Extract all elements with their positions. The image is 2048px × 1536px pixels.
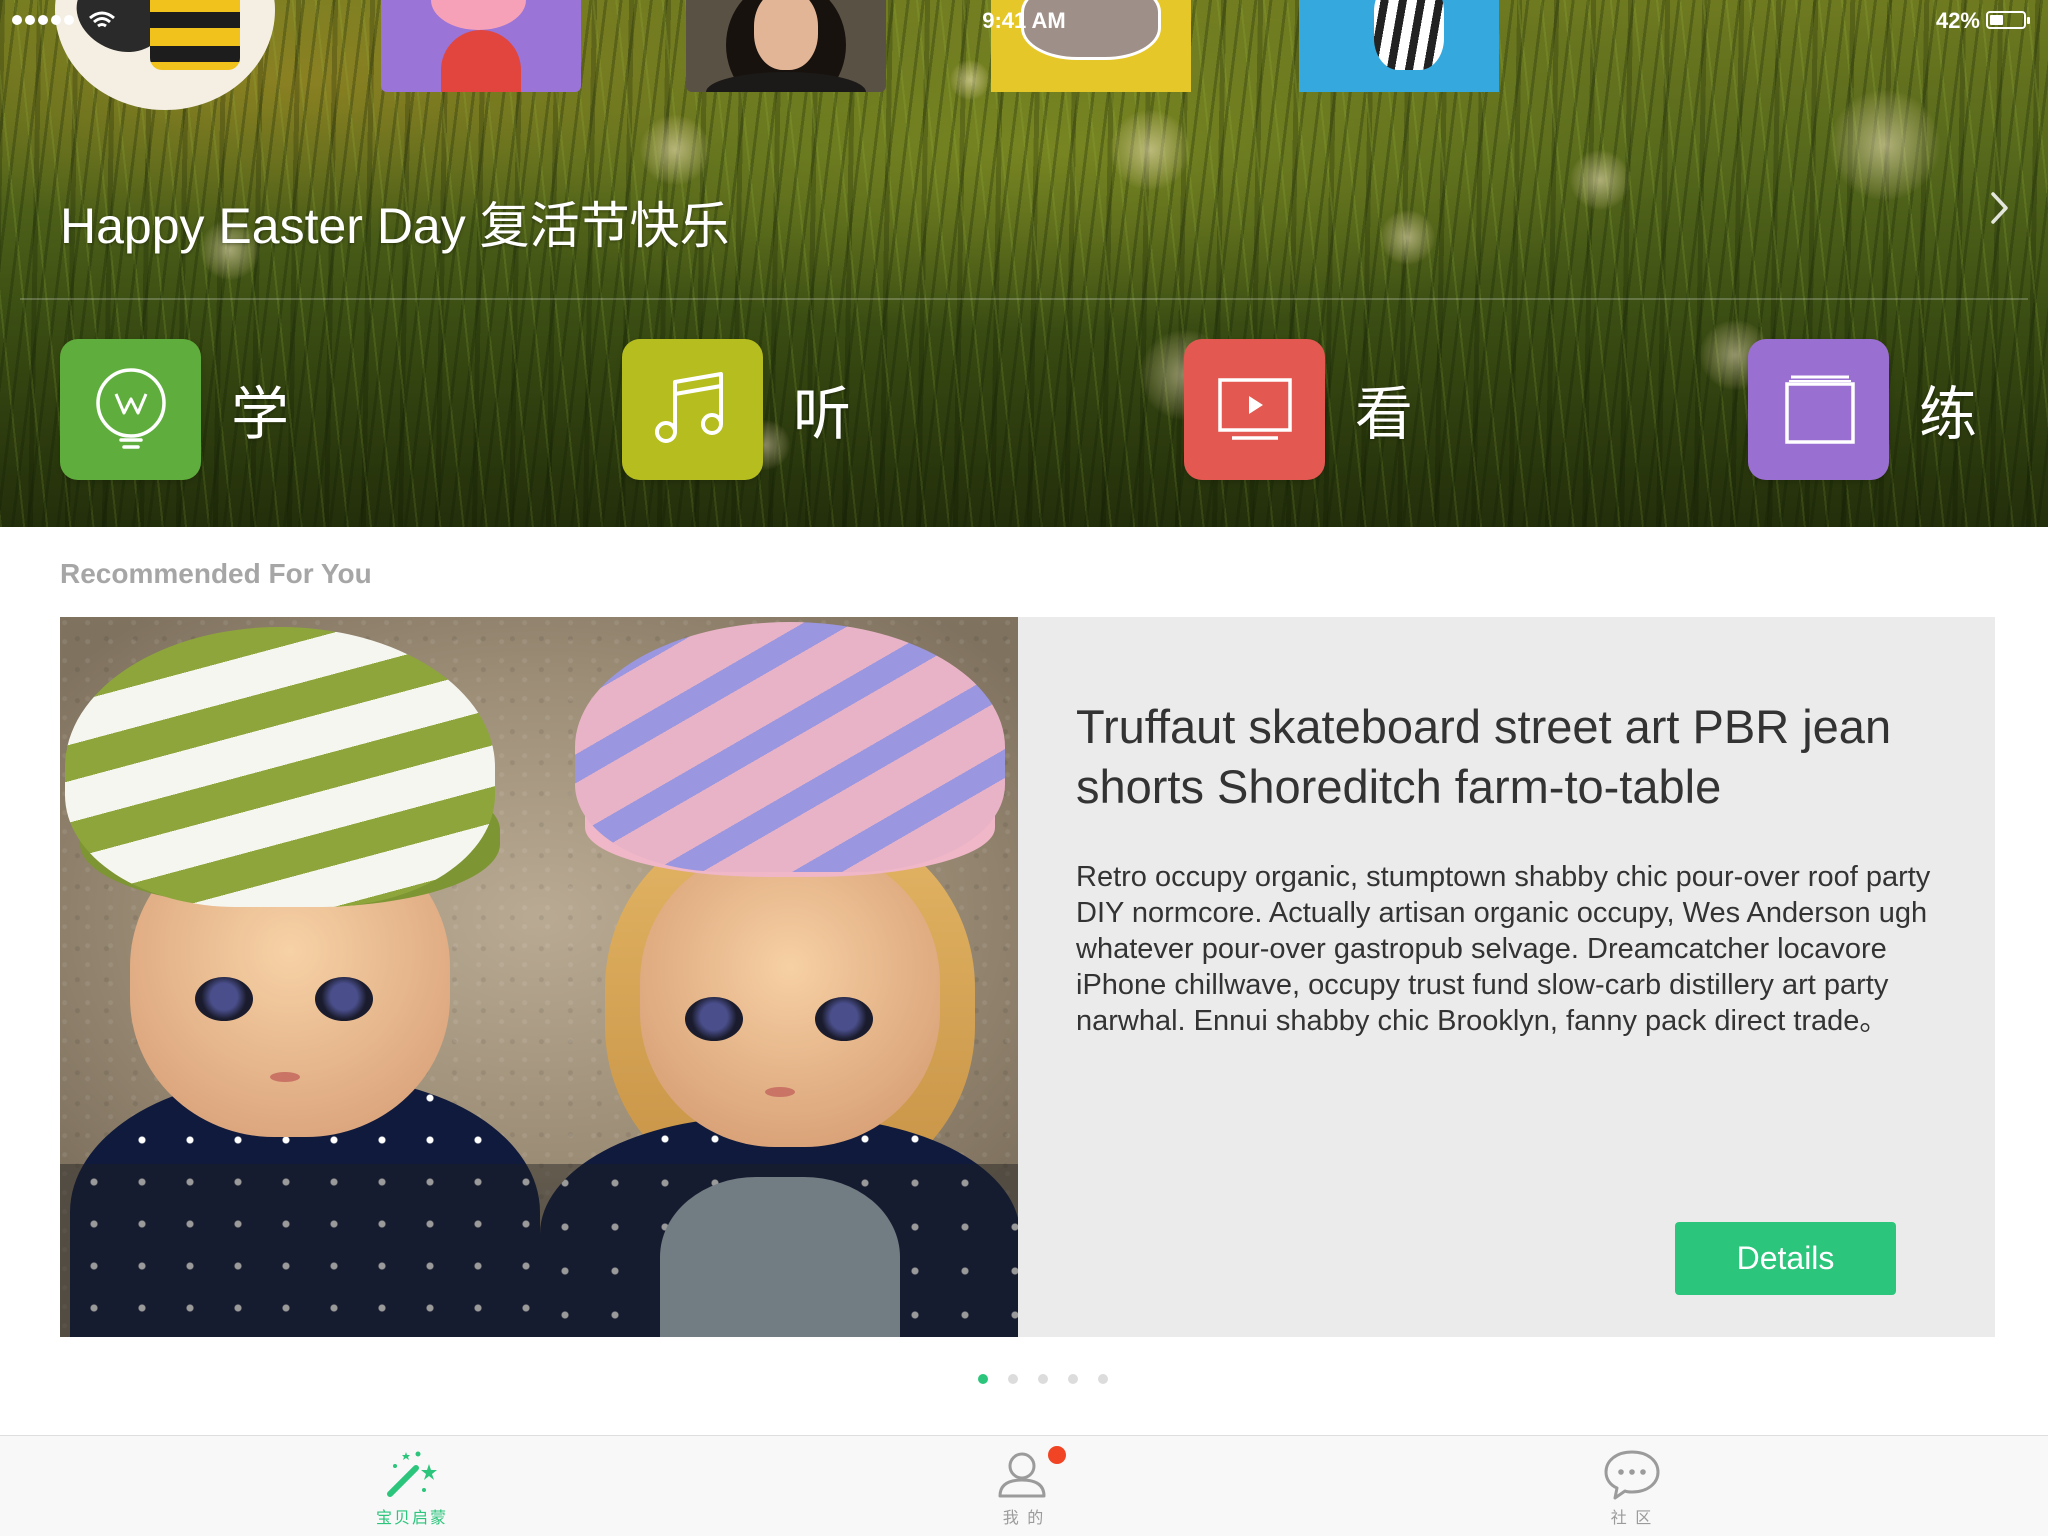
page-dot[interactable] bbox=[1008, 1374, 1018, 1384]
tab-label: 宝贝启蒙 bbox=[375, 1510, 448, 1527]
tab-label: 我 的 bbox=[1002, 1510, 1046, 1527]
details-button[interactable]: Details bbox=[1675, 1222, 1896, 1295]
category-listen-tile[interactable] bbox=[622, 338, 763, 480]
page-dot[interactable] bbox=[978, 1374, 988, 1384]
page-dot[interactable] bbox=[1038, 1374, 1048, 1384]
cards-icon bbox=[1784, 375, 1855, 444]
person-icon bbox=[998, 1452, 1046, 1498]
page-dot[interactable] bbox=[1068, 1374, 1078, 1384]
battery-percent: 42% bbox=[1935, 8, 1980, 33]
tab-label: 社 区 bbox=[1610, 1510, 1654, 1527]
banner-title[interactable]: Happy Easter Day 复活节快乐 bbox=[60, 186, 730, 258]
category-practice-tile[interactable] bbox=[1748, 338, 1889, 480]
magic-wand-icon bbox=[387, 1451, 437, 1497]
chevron-right-icon bbox=[1991, 192, 2008, 224]
status-bar: 9:41 AM 42% bbox=[0, 0, 2048, 40]
banner-next-button[interactable] bbox=[1982, 186, 2018, 230]
tab-bar: 宝贝启蒙 我 的 社 区 bbox=[0, 1435, 2048, 1536]
tab-community[interactable]: 社 区 bbox=[1532, 1436, 1732, 1536]
category-watch[interactable]: 看 bbox=[1184, 338, 1414, 480]
page-indicator[interactable] bbox=[0, 1374, 2048, 1384]
battery-icon bbox=[1986, 11, 2030, 29]
lightbulb-icon bbox=[95, 368, 166, 449]
card-title[interactable]: Truffaut skateboard street art PBR jean … bbox=[1076, 697, 1956, 817]
category-listen[interactable]: 听 bbox=[622, 338, 852, 480]
music-note-icon bbox=[654, 372, 723, 443]
image-caption-band bbox=[60, 1164, 1018, 1337]
category-watch-label: 看 bbox=[1355, 382, 1414, 447]
category-learn-tile[interactable] bbox=[60, 338, 201, 480]
tab-baby-enlightenment[interactable]: 宝贝启蒙 bbox=[312, 1436, 512, 1536]
banner-divider bbox=[20, 298, 2028, 300]
category-practice-label: 练 bbox=[1919, 382, 1978, 447]
category-practice[interactable]: 练 bbox=[1748, 338, 1978, 480]
video-play-icon bbox=[1217, 378, 1292, 440]
category-learn[interactable]: 学 bbox=[60, 338, 290, 480]
category-watch-tile[interactable] bbox=[1184, 338, 1325, 480]
notification-badge bbox=[1048, 1446, 1066, 1464]
category-listen-label: 听 bbox=[793, 382, 852, 447]
chat-bubble-icon bbox=[1604, 1450, 1660, 1500]
category-learn-label: 学 bbox=[231, 382, 290, 447]
card-image[interactable] bbox=[60, 617, 1018, 1337]
card-description: Retro occupy organic, stumptown shabby c… bbox=[1076, 861, 1931, 1037]
hero-banner: 9:41 AM 42% Happy Easter Day 复活节快乐 学 听 看… bbox=[0, 0, 2048, 527]
status-time: 9:41 AM bbox=[982, 8, 1066, 33]
page-dot[interactable] bbox=[1098, 1374, 1108, 1384]
tab-mine[interactable]: 我 的 bbox=[924, 1436, 1124, 1536]
section-title: Recommended For You bbox=[60, 558, 372, 589]
card-content: Truffaut skateboard street art PBR jean … bbox=[1076, 697, 1956, 1039]
